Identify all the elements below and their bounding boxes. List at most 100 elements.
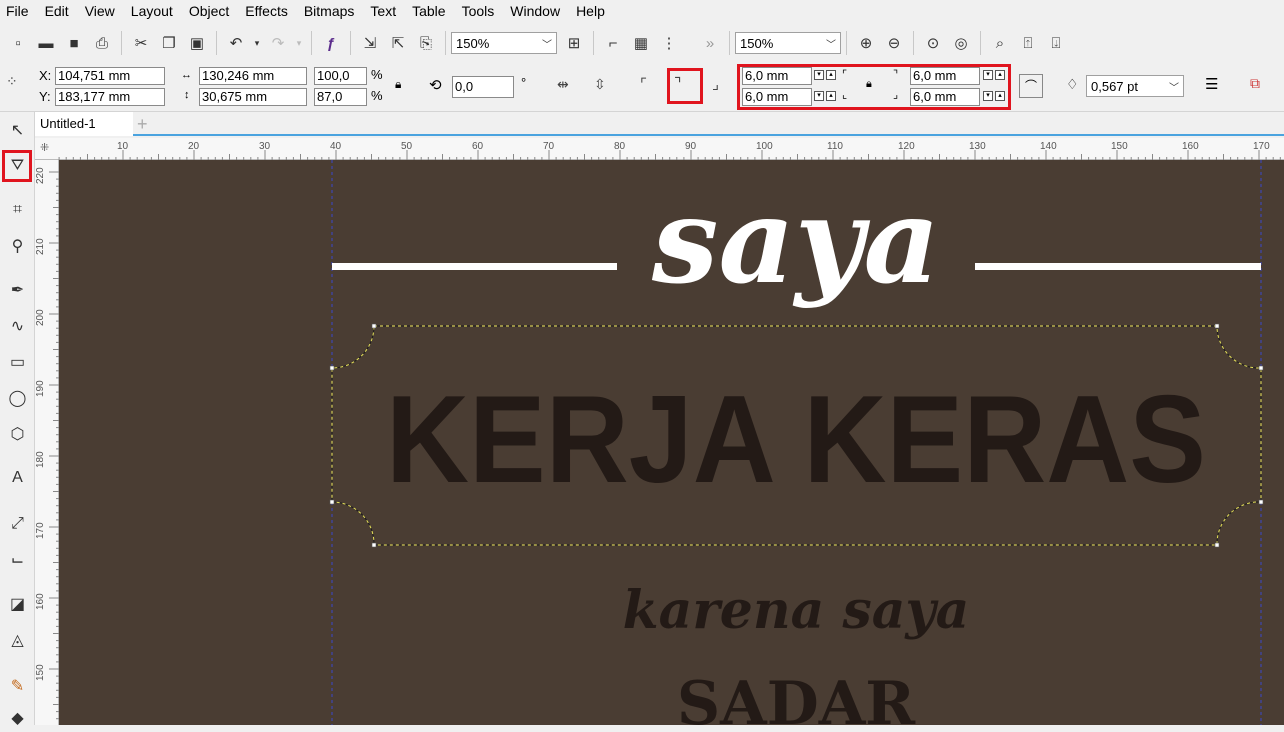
drawing-canvas[interactable]: saya KERJA KERAS karena saya SADAR <box>59 160 1284 725</box>
scale-y-field[interactable]: 87,0 <box>314 88 367 106</box>
menu-window[interactable]: Window <box>502 0 568 22</box>
ruler-label: 180 <box>35 451 46 468</box>
reference-point-icon[interactable]: ⁘ <box>6 73 18 90</box>
convert-to-curves-icon[interactable]: ⧉ <box>1250 75 1260 92</box>
vertical-ruler[interactable]: 220 210 200 190 180 170 160 150 <box>35 160 59 725</box>
lock-ratio-icon[interactable]: 🔒︎ <box>395 77 401 92</box>
menu-edit[interactable]: Edit <box>37 0 77 22</box>
polygon-tool-icon[interactable]: ⬡ <box>4 420 31 448</box>
height-field[interactable]: 30,675 mm <box>199 88 307 106</box>
bottom-bold-text[interactable]: SADAR <box>677 669 916 725</box>
node-handle[interactable] <box>1214 542 1220 548</box>
publish-pdf-icon[interactable]: ⎘ <box>413 30 439 56</box>
node-handle[interactable] <box>371 542 377 548</box>
menu-object[interactable]: Object <box>181 0 237 22</box>
y-position-field[interactable]: 183,177 mm <box>55 88 165 106</box>
script-subtitle[interactable]: karena saya <box>623 580 970 641</box>
headline-text[interactable]: KERJA KERAS <box>386 371 1206 509</box>
search-content-icon[interactable]: ƒ <box>318 30 344 56</box>
menu-bitmaps[interactable]: Bitmaps <box>296 0 363 22</box>
paste-icon[interactable]: ▣ <box>184 30 210 56</box>
node-handle[interactable] <box>1214 323 1220 329</box>
crop-tool-icon[interactable]: ⌗ <box>4 196 31 224</box>
menu-table[interactable]: Table <box>404 0 453 22</box>
open-folder-icon[interactable]: ▬ <box>33 30 59 56</box>
drop-shadow-tool-icon[interactable]: ◪ <box>4 590 31 618</box>
chamfered-corner-icon[interactable]: ⌟ <box>712 75 719 93</box>
menu-tools[interactable]: Tools <box>454 0 503 22</box>
interactive-fill-tool-icon[interactable]: ◆ <box>4 704 31 732</box>
ruler-origin-icon[interactable]: ⁜ <box>40 141 49 154</box>
import-icon[interactable]: ⇲ <box>357 30 383 56</box>
x-position-field[interactable]: 104,751 mm <box>55 67 165 85</box>
new-document-icon[interactable]: ▫ <box>5 30 31 56</box>
redo-dropdown-icon[interactable]: ▾ <box>293 30 305 56</box>
node-handle[interactable] <box>1258 365 1264 371</box>
show-grid-icon[interactable]: ▦ <box>628 30 654 56</box>
top-rule-left <box>332 263 617 270</box>
script-word-top[interactable]: saya <box>651 171 940 310</box>
mirror-horizontal-icon[interactable]: ⇹ <box>557 76 569 93</box>
zoom-out-icon[interactable]: ⊖ <box>881 30 907 56</box>
artistic-media-tool-icon[interactable]: ∿ <box>4 312 31 340</box>
zoom-to-selected-icon[interactable]: ⊙ <box>920 30 946 56</box>
rotate-icon: ⟲ <box>429 77 442 94</box>
undo-icon[interactable]: ↶ <box>223 30 249 56</box>
more-options-icon[interactable]: » <box>697 30 723 56</box>
zoom-in-icon[interactable]: ⊕ <box>853 30 879 56</box>
show-rulers-icon[interactable]: ⌐ <box>600 30 626 56</box>
document-tab[interactable]: Untitled-1 <box>35 112 133 136</box>
node-handle[interactable] <box>1258 499 1264 505</box>
cut-icon[interactable]: ✂ <box>128 30 154 56</box>
menu-file[interactable]: File <box>0 0 37 22</box>
zoom-to-page-height-icon[interactable]: ⍗ <box>1043 30 1069 56</box>
transparency-tool-icon[interactable]: ◬ <box>4 626 31 654</box>
toolbox: ↖ ⛛ ⌗ ⚲ ✒ ∿ ▭ ◯ ⬡ A ⤢ ⌙ ◪ ◬ ✎ ◆ <box>0 112 35 727</box>
export-icon[interactable]: ⇱ <box>385 30 411 56</box>
menu-layout[interactable]: Layout <box>123 0 181 22</box>
ruler-label: 150 <box>35 664 46 681</box>
zoom-to-page-width-icon[interactable]: ⍐ <box>1015 30 1041 56</box>
degree-unit: ° <box>521 75 527 90</box>
menu-text[interactable]: Text <box>362 0 404 22</box>
pick-tool-icon[interactable]: ↖ <box>4 116 31 144</box>
standard-toolbar: ▫ ▬ ■ ⎙ ✂ ❐ ▣ ↶ ▾ ↷ ▾ ƒ ⇲ ⇱ ⎘ 150% ﹀ ⊞ ⌐… <box>0 22 1284 64</box>
text-tool-icon[interactable]: A <box>4 464 31 492</box>
copy-icon[interactable]: ❐ <box>156 30 182 56</box>
parallel-dimension-tool-icon[interactable]: ⤢ <box>4 510 31 538</box>
node-handle[interactable] <box>329 499 335 505</box>
outline-width-select[interactable]: 0,567 pt ﹀ <box>1086 75 1184 97</box>
save-icon[interactable]: ■ <box>61 30 87 56</box>
connector-tool-icon[interactable]: ⌙ <box>4 546 31 574</box>
wrap-text-icon[interactable]: ☰ <box>1205 75 1218 93</box>
redo-icon[interactable]: ↷ <box>265 30 291 56</box>
mirror-vertical-icon[interactable]: ⇳ <box>594 76 606 93</box>
toolbar-divider <box>729 31 730 55</box>
zoom-level-select[interactable]: 150% ﹀ <box>451 32 557 54</box>
pen-tool-icon[interactable]: ✒ <box>4 276 31 304</box>
undo-dropdown-icon[interactable]: ▾ <box>251 30 263 56</box>
rotation-field[interactable]: 0,0 <box>452 76 514 98</box>
menu-help[interactable]: Help <box>568 0 613 22</box>
new-tab-icon[interactable]: + <box>137 114 148 135</box>
zoom-to-all-objects-icon[interactable]: ◎ <box>948 30 974 56</box>
node-handle[interactable] <box>371 323 377 329</box>
scale-x-field[interactable]: 100,0 <box>314 67 367 85</box>
round-corner-icon[interactable]: ⌜ <box>640 75 647 93</box>
menu-view[interactable]: View <box>77 0 123 22</box>
ellipse-tool-icon[interactable]: ◯ <box>4 384 31 412</box>
rectangle-tool-icon[interactable]: ▭ <box>4 348 31 376</box>
zoom-level-select-2[interactable]: 150% ﹀ <box>735 32 841 54</box>
eyedropper-tool-icon[interactable]: ✎ <box>4 672 31 700</box>
ruler-label: 220 <box>35 167 46 184</box>
full-screen-preview-icon[interactable]: ⊞ <box>561 30 587 56</box>
zoom-tool-icon[interactable]: ⚲ <box>4 232 31 260</box>
show-guidelines-icon[interactable]: ⋮ <box>656 30 682 56</box>
relative-corner-scaling-icon[interactable]: ⌒ <box>1019 74 1043 98</box>
horizontal-ruler[interactable]: 10 20 30 40 50 60 70 80 90 100 110 120 130 140 150 160 1… <box>35 138 1284 160</box>
node-handle[interactable] <box>329 365 335 371</box>
print-icon[interactable]: ⎙ <box>89 30 115 56</box>
menu-effects[interactable]: Effects <box>237 0 296 22</box>
width-field[interactable]: 130,246 mm <box>199 67 307 85</box>
zoom-to-page-icon[interactable]: ⌕ <box>987 30 1013 56</box>
